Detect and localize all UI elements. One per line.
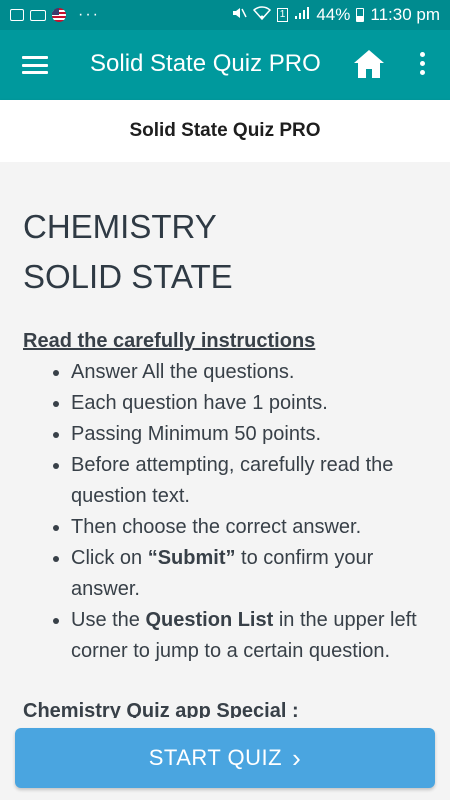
status-bar: ··· 1 44% 11:30 pm: [0, 0, 450, 30]
start-quiz-label: START QUIZ: [148, 745, 283, 770]
rule-text-bold: Question List: [145, 609, 274, 631]
more-notifications-icon: ···: [78, 6, 100, 23]
list-item: Use the Question List in the upper left …: [71, 605, 427, 667]
list-item: Answer All the questions.: [71, 357, 427, 388]
list-item: Each question have 1 points.: [71, 388, 427, 419]
app-bar: Solid State Quiz PRO: [0, 30, 450, 100]
status-left: ···: [10, 6, 100, 24]
list-item: Before attempting, carefully read the qu…: [71, 450, 427, 512]
rule-text-bold: “Submit”: [147, 547, 236, 569]
home-icon[interactable]: [352, 48, 386, 80]
subheader-title: Solid State Quiz PRO: [0, 100, 450, 162]
image-icon: [10, 9, 24, 21]
rule-text: Use the: [71, 609, 146, 631]
bottom-bar: START QUIZ ›: [0, 718, 450, 800]
app-title: Solid State Quiz PRO: [90, 50, 321, 77]
instructions-content: CHEMISTRY SOLID STATE Read the carefully…: [0, 162, 450, 722]
instructions-title: Read the carefully instructions: [23, 330, 316, 352]
heading-line-1: CHEMISTRY: [23, 208, 217, 245]
mute-icon: [231, 5, 247, 25]
sim-icon: 1: [276, 8, 289, 22]
list-item: Passing Minimum 50 points.: [71, 419, 427, 450]
laptop-icon: [30, 9, 46, 21]
chevron-right-icon: ›: [292, 743, 302, 773]
wifi-icon: [252, 6, 271, 24]
flag-icon: [52, 8, 66, 22]
overflow-menu-icon[interactable]: [418, 52, 426, 78]
status-time: 11:30 pm: [370, 5, 440, 24]
page-heading: CHEMISTRY SOLID STATE: [23, 202, 427, 302]
list-item: Click on “Submit” to confirm your answer…: [71, 543, 427, 605]
start-quiz-button[interactable]: START QUIZ ›: [15, 728, 435, 788]
menu-icon[interactable]: [22, 56, 48, 74]
status-right: 1 44% 11:30 pm: [231, 5, 440, 25]
rules-list: Answer All the questions. Each question …: [23, 357, 427, 667]
battery-icon: [356, 8, 365, 22]
rule-text: Click on: [71, 547, 148, 569]
heading-line-2: SOLID STATE: [23, 258, 233, 295]
list-item: Then choose the correct answer.: [71, 512, 427, 543]
signal-icon: [294, 6, 310, 24]
battery-percent: 44%: [316, 5, 351, 24]
